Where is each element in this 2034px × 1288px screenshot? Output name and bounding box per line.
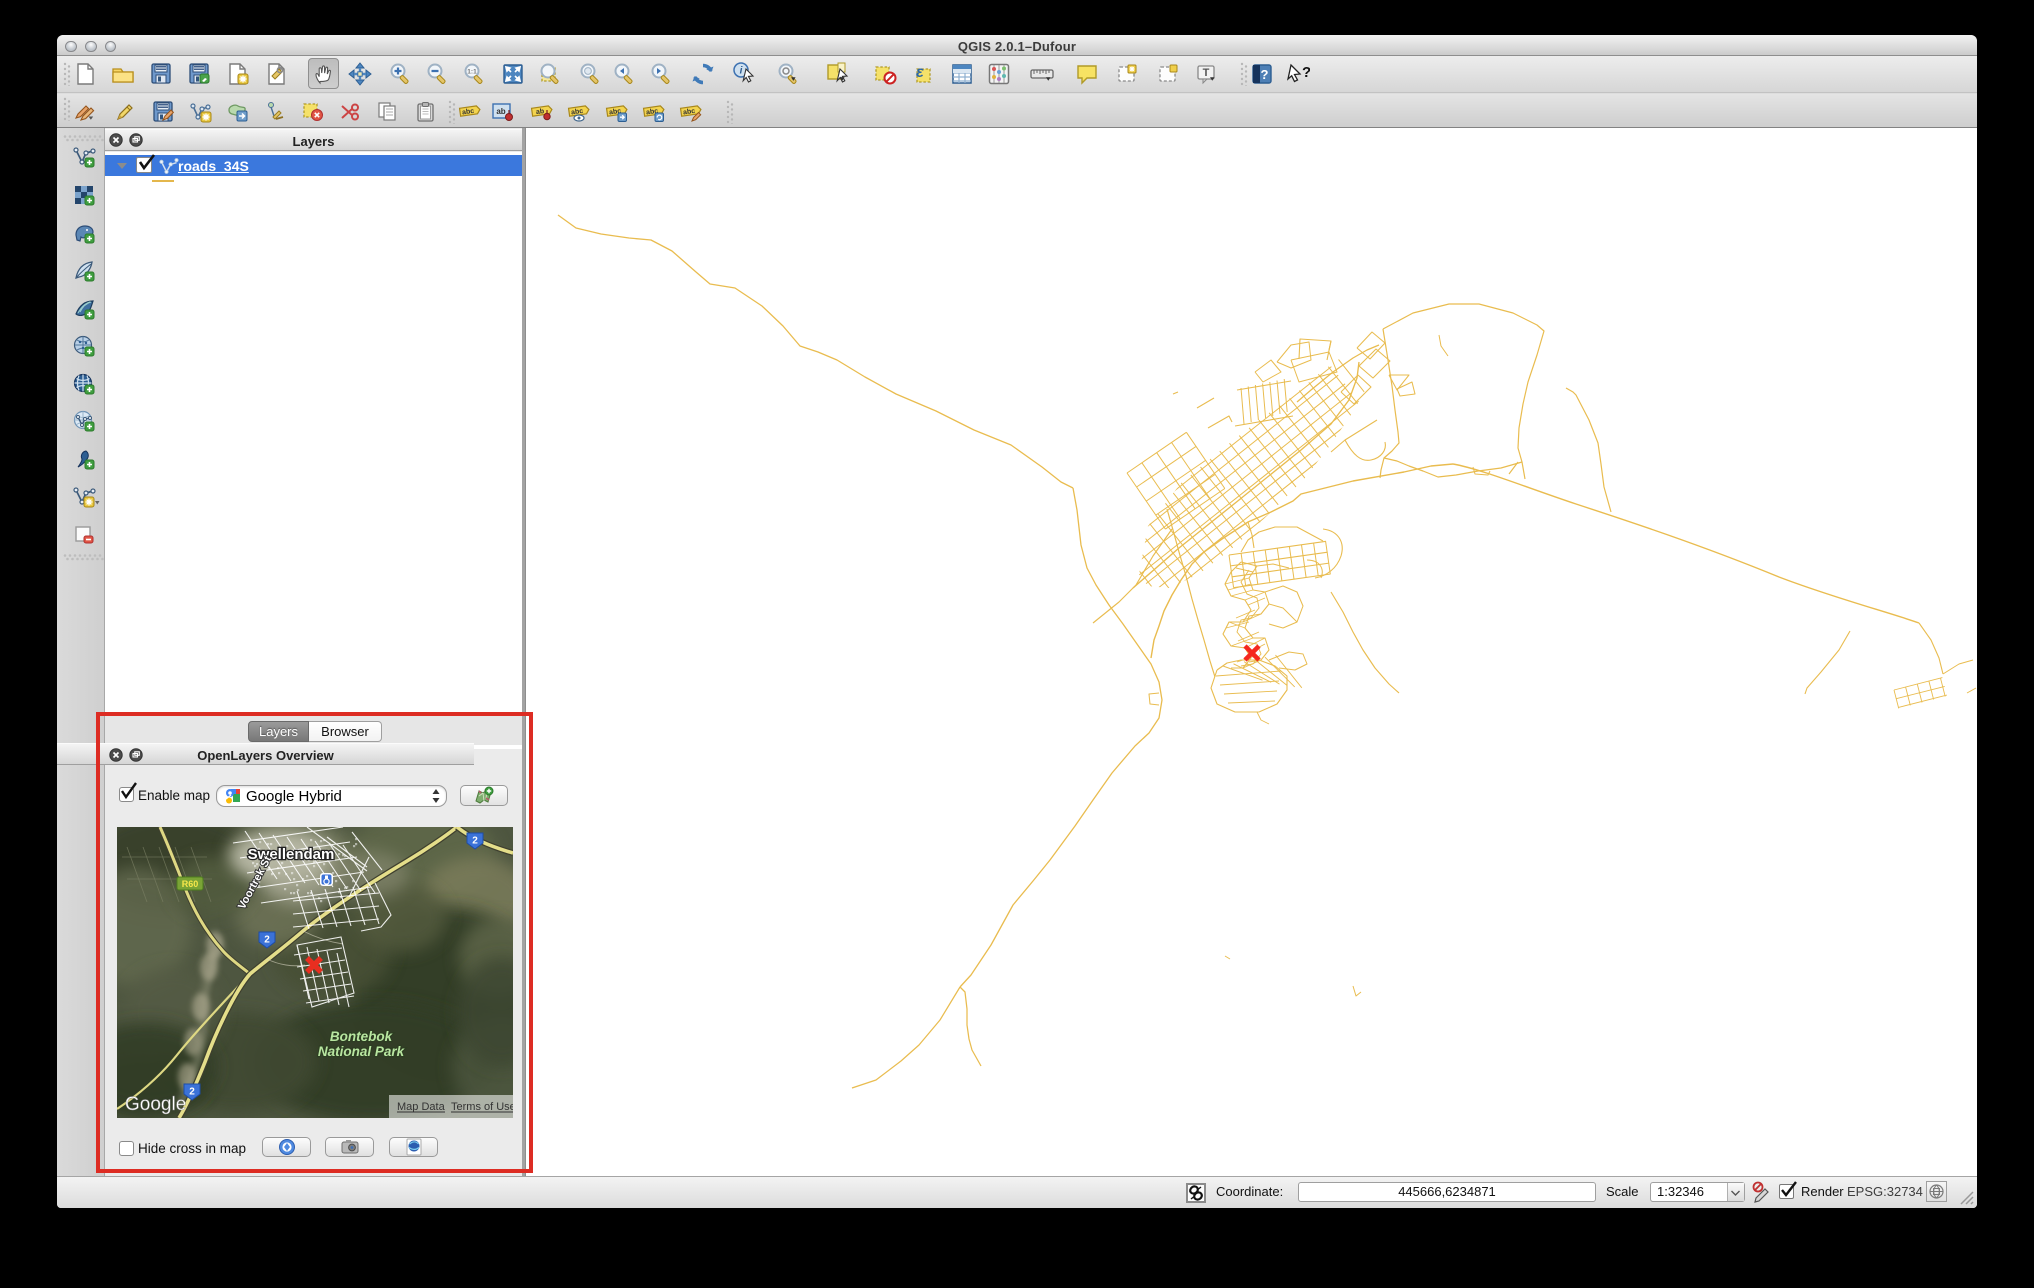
svg-text:ab: ab bbox=[496, 107, 505, 116]
svg-text:i: i bbox=[740, 66, 743, 77]
svg-text:ab: ab bbox=[536, 108, 545, 116]
svg-text:1:1: 1:1 bbox=[467, 69, 477, 76]
svg-text:T: T bbox=[1203, 67, 1210, 79]
svg-text:abc: abc bbox=[462, 108, 475, 117]
svg-text:ε: ε bbox=[916, 64, 924, 81]
svg-text:abc: abc bbox=[683, 108, 696, 117]
svg-text:?: ? bbox=[1302, 64, 1310, 81]
svg-text:?: ? bbox=[1261, 67, 1269, 82]
